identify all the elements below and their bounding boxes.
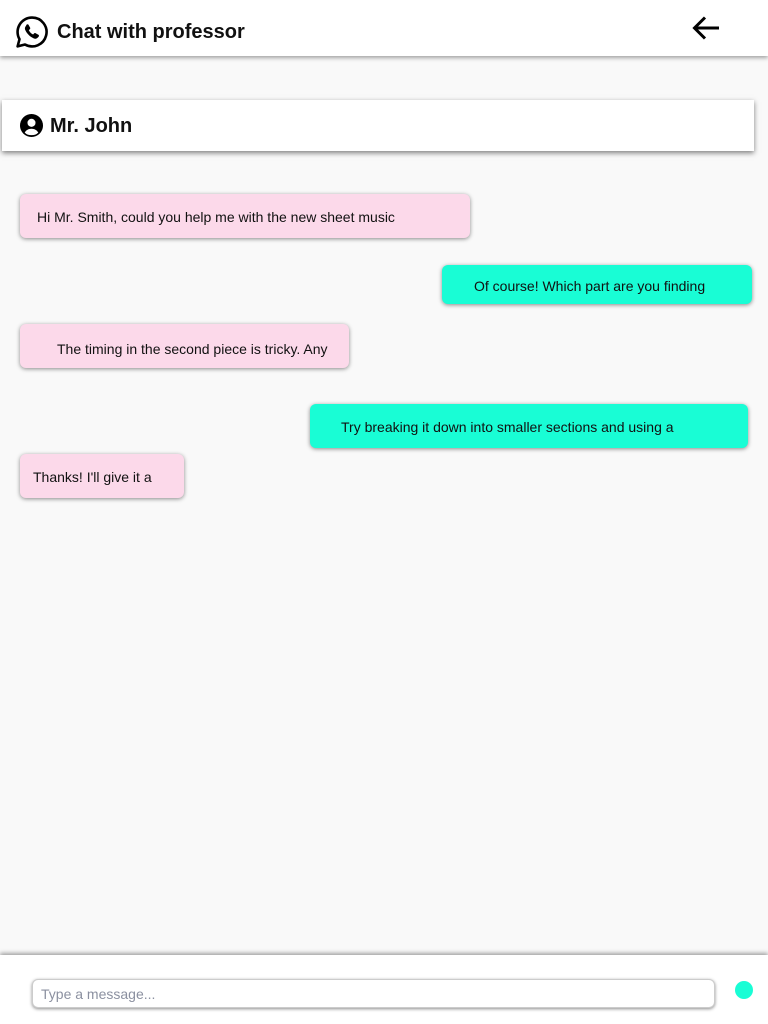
message-text: Try breaking it down into smaller sectio… [341,419,674,435]
back-button[interactable] [690,14,722,42]
app-header: Chat with professor [0,0,768,56]
message-text: The timing in the second piece is tricky… [57,341,328,357]
message-text: Of course! Which part are you finding [474,278,706,294]
message-bubble-incoming: The timing in the second piece is tricky… [20,324,349,368]
message-text: Thanks! I'll give it a [33,469,152,485]
message-bubble-outgoing: Try breaking it down into smaller sectio… [310,404,748,448]
contact-bar: Mr. John [2,100,754,151]
message-input[interactable] [32,979,715,1008]
message-bubble-outgoing: Of course! Which part are you finding [442,265,752,304]
send-button[interactable] [735,981,753,999]
composer-bar [0,955,768,1024]
whatsapp-icon [15,15,49,49]
user-circle-icon [20,114,43,137]
contact-name: Mr. John [50,115,133,137]
page-title: Chat with professor [57,21,245,43]
message-bubble-incoming: Hi Mr. Smith, could you help me with the… [20,194,470,238]
message-text: Hi Mr. Smith, could you help me with the… [37,208,395,225]
message-bubble-incoming: Thanks! I'll give it a [20,454,184,498]
arrow-left-icon [690,14,722,42]
